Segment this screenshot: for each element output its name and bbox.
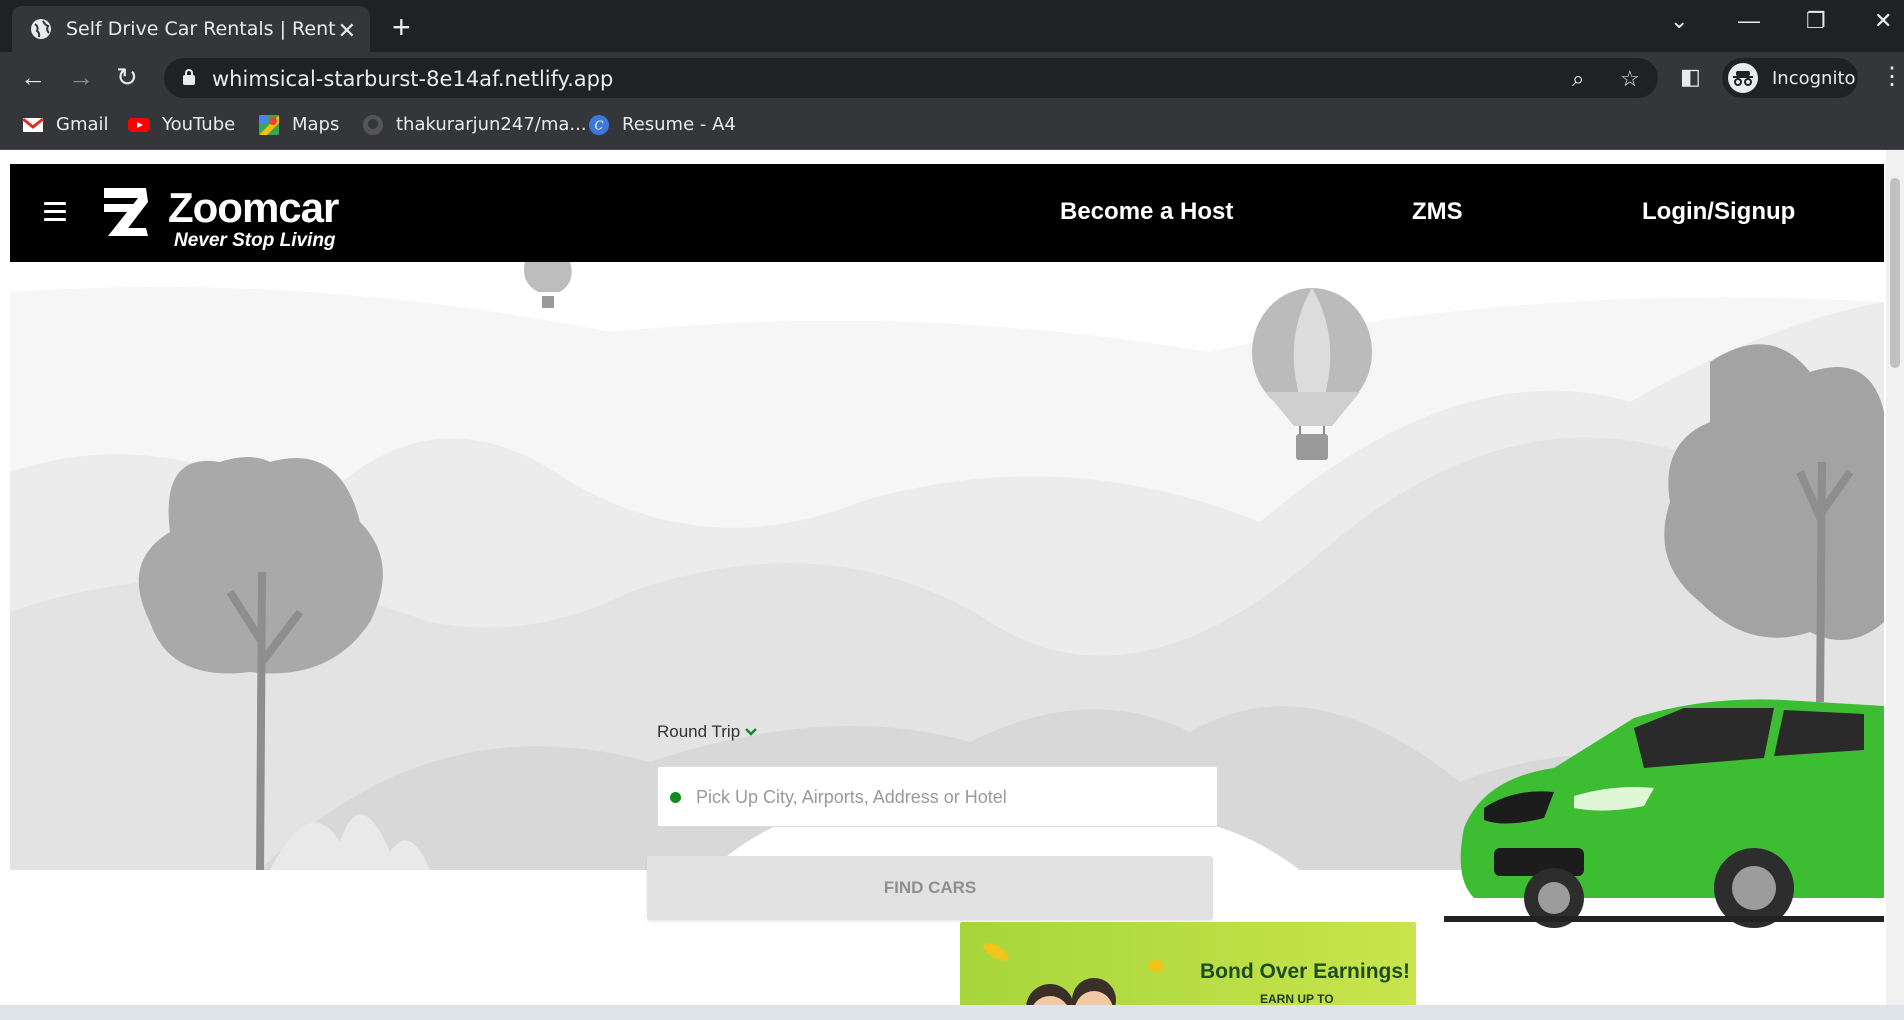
bookmark-github[interactable]: thakurarjun247/ma... [362, 114, 587, 135]
gmail-icon [22, 117, 44, 132]
brand-tagline: Never Stop Living [174, 230, 336, 251]
globe-icon [31, 19, 51, 39]
bookmarks-bar: Gmail YouTube Maps thakurarjun247/ma... … [0, 104, 1904, 150]
bookmark-resume[interactable]: C Resume - A4 [588, 114, 736, 135]
address-bar[interactable]: whimsical-starburst-8e14af.netlify.app ⌕… [164, 58, 1658, 98]
profile-label: Incognito [1772, 67, 1856, 89]
zoomcar-logo-icon[interactable] [98, 184, 154, 240]
new-tab-icon[interactable]: + [392, 9, 411, 46]
trip-type-select[interactable]: Round Trip [657, 722, 758, 742]
promo-title: Bond Over Earnings! [1200, 960, 1411, 983]
minimize-icon[interactable]: — [1738, 8, 1760, 34]
svg-text:C: C [594, 118, 603, 132]
bookmark-star-icon[interactable]: ☆ [1620, 66, 1640, 92]
incognito-icon [1728, 63, 1758, 93]
site-header: Zoomcar Never Stop Living Become a Host … [10, 164, 1884, 262]
trip-type-label: Round Trip [657, 722, 741, 741]
promo-people-illustration [983, 943, 1164, 1005]
youtube-icon [128, 117, 150, 132]
maps-icon [259, 114, 279, 135]
nav-zms[interactable]: ZMS [1412, 198, 1463, 226]
pickup-location-input[interactable] [696, 781, 1196, 813]
bookmark-label: Gmail [56, 114, 109, 135]
browser-tab-bar: Self Drive Car Rentals | Rent a Car ✕ + … [0, 0, 1904, 52]
car-illustration [1444, 699, 1884, 928]
nav-become-host[interactable]: Become a Host [1060, 198, 1233, 226]
location-dot-icon [670, 792, 681, 803]
browser-tab[interactable]: Self Drive Car Rentals | Rent a Car ✕ [12, 6, 370, 52]
bookmark-youtube[interactable]: YouTube [128, 114, 235, 135]
bookmark-maps[interactable]: Maps [258, 114, 339, 135]
bookmark-gmail[interactable]: Gmail [22, 114, 109, 135]
url-text[interactable]: whimsical-starburst-8e14af.netlify.app [212, 67, 613, 91]
promo-subtitle: EARN UP TO [1260, 992, 1334, 1005]
page-viewport: Zoomcar Never Stop Living Become a Host … [0, 150, 1904, 1005]
lock-icon [183, 69, 195, 85]
hamburger-menu-icon[interactable] [44, 202, 66, 226]
bookmark-label: Maps [292, 114, 340, 135]
github-icon [363, 114, 383, 135]
find-cars-button[interactable]: FIND CARS [647, 856, 1213, 920]
forward-icon[interactable]: → [68, 62, 94, 93]
promo-banner[interactable]: Bond Over Earnings! EARN UP TO [960, 922, 1416, 1005]
pickup-location-field[interactable] [657, 766, 1218, 827]
bottom-strip [0, 1005, 1904, 1020]
bookmark-label: YouTube [162, 114, 236, 135]
back-icon[interactable]: ← [20, 62, 46, 93]
scrollbar-thumb[interactable] [1890, 178, 1900, 368]
profile-chip[interactable]: Incognito [1722, 58, 1858, 98]
nav-login-signup[interactable]: Login/Signup [1642, 198, 1795, 226]
brand-name[interactable]: Zoomcar [168, 184, 339, 232]
browser-toolbar: ← → ↻ whimsical-starburst-8e14af.netlify… [0, 52, 1904, 104]
side-panel-icon[interactable]: ◧ [1680, 64, 1701, 90]
chevron-down-icon [745, 728, 758, 736]
tab-search-icon[interactable]: ⌄ [1670, 8, 1688, 34]
canva-icon: C [589, 114, 609, 135]
close-tab-icon[interactable]: ✕ [338, 18, 356, 44]
more-menu-icon[interactable]: ⋮ [1880, 62, 1904, 91]
window-close-icon[interactable]: ✕ [1874, 8, 1892, 34]
reload-icon[interactable]: ↻ [116, 62, 138, 93]
zoom-icon[interactable]: ⌕ [1572, 66, 1584, 92]
bookmark-label: Resume - A4 [622, 114, 736, 135]
restore-icon[interactable]: ❐ [1806, 8, 1826, 34]
tab-title: Self Drive Car Rentals | Rent a Car [66, 18, 336, 40]
page-scrollbar[interactable] [1886, 150, 1904, 1005]
bookmark-label: thakurarjun247/ma... [396, 114, 587, 135]
